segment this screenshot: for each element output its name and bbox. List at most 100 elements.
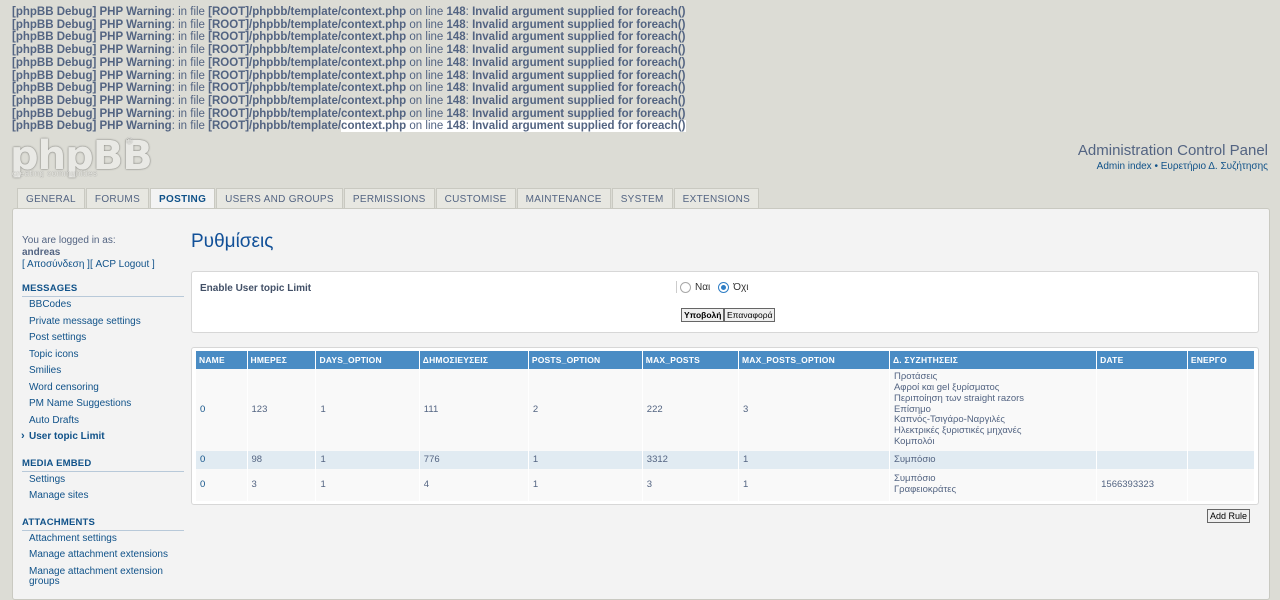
admin-index-link[interactable]: Admin index bbox=[1097, 161, 1152, 172]
sidebar-item-topic-icons[interactable]: Topic icons bbox=[22, 347, 184, 364]
sidebar-item-bbcodes[interactable]: BBCodes bbox=[22, 297, 184, 314]
sidebar-item-attachment-settings[interactable]: Attachment settings bbox=[22, 531, 184, 548]
column-header: MAX_POSTS bbox=[642, 351, 739, 369]
debug-text: 148 bbox=[446, 107, 466, 120]
settings-form: Enable User topic Limit Ναι Όχι Υποβολή … bbox=[191, 271, 1259, 333]
cell-max-posts: 3 bbox=[642, 469, 739, 501]
reset-button[interactable]: Επαναφορά bbox=[724, 308, 776, 322]
phpbb-logo[interactable]: phpBB creating communities ® bbox=[10, 136, 153, 182]
debug-text: : in file bbox=[171, 31, 209, 44]
cell-days-option: 1 bbox=[316, 451, 419, 469]
tab-maintenance[interactable]: MAINTENANCE bbox=[516, 188, 611, 210]
cell-active bbox=[1187, 469, 1254, 501]
debug-text: Invalid argument supplied for foreach() bbox=[472, 56, 686, 69]
radio-yes-label: Ναι bbox=[695, 281, 711, 293]
debug-text: on line bbox=[406, 56, 447, 69]
content-panel: You are logged in as: andreas [ Αποσύνδε… bbox=[12, 208, 1270, 600]
sidebar-item-smilies[interactable]: Smilies bbox=[22, 363, 184, 380]
debug-text: on line bbox=[406, 120, 447, 133]
debug-text: [ROOT]/phpbb/template/context.php bbox=[208, 31, 407, 44]
sidebar-item-word-censoring[interactable]: Word censoring bbox=[22, 380, 184, 397]
cell-posts: 111 bbox=[419, 369, 528, 451]
debug-text: [phpBB Debug] PHP Warning bbox=[12, 107, 172, 120]
debug-warning-line: [phpBB Debug] PHP Warning: in file [ROOT… bbox=[12, 82, 686, 95]
tab-general[interactable]: GENERAL bbox=[17, 188, 85, 210]
debug-text: : in file bbox=[171, 69, 209, 82]
sidebar-item-user-topic-limit[interactable]: User topic Limit bbox=[21, 429, 184, 446]
debug-text: [phpBB Debug] PHP Warning bbox=[12, 56, 172, 69]
cell-name[interactable]: 0 bbox=[196, 369, 247, 451]
sidebar-item-post-settings[interactable]: Post settings bbox=[22, 330, 184, 347]
cell-date bbox=[1097, 369, 1187, 451]
radio-yes[interactable] bbox=[680, 281, 691, 293]
cell-posts-option: 1 bbox=[528, 469, 642, 501]
rules-table: NAME ΗΜΕΡΕΣ DAYS_OPTION ΔΗΜΟΣΙΕΥΣΕΙΣ POSTS_O… bbox=[195, 351, 1255, 501]
logout-links[interactable]: [ Αποσύνδεση ][ ACP Logout ] bbox=[22, 259, 184, 271]
debug-text: [phpBB Debug] PHP Warning bbox=[12, 6, 172, 18]
debug-text: [ROOT]/phpbb/template/ bbox=[208, 120, 342, 133]
column-header: POSTS_OPTION bbox=[528, 351, 642, 369]
debug-text: [phpBB Debug] PHP Warning bbox=[12, 44, 172, 57]
sidebar-item-auto-drafts[interactable]: Auto Drafts bbox=[22, 413, 184, 430]
cell-name[interactable]: 0 bbox=[196, 451, 247, 469]
debug-text: 148 bbox=[446, 82, 466, 95]
debug-warnings: [phpBB Debug] PHP Warning: in file [ROOT… bbox=[12, 6, 686, 133]
debug-text: : in file bbox=[171, 94, 209, 107]
sidebar-item-manage-attachment-extensions[interactable]: Manage attachment extensions bbox=[22, 547, 184, 564]
sidebar-item-settings[interactable]: Settings bbox=[22, 472, 184, 489]
debug-text: 148 bbox=[446, 120, 466, 133]
debug-text: Invalid argument supplied for foreach() bbox=[472, 107, 686, 120]
tab-extensions[interactable]: EXTENSIONS bbox=[673, 188, 760, 210]
debug-text: context.php bbox=[341, 120, 407, 133]
debug-text: : in file bbox=[171, 18, 209, 31]
debug-text: [ROOT]/phpbb/template/context.php bbox=[208, 6, 407, 18]
debug-text: [ROOT]/phpbb/template/context.php bbox=[208, 44, 407, 57]
submit-button[interactable]: Υποβολή bbox=[681, 308, 725, 322]
page-title: Ρυθμίσεις bbox=[191, 231, 274, 252]
cell-days-option: 1 bbox=[316, 469, 419, 501]
enable-radio-group: Ναι Όχι bbox=[676, 281, 748, 293]
column-header: DATE bbox=[1097, 351, 1187, 369]
cell-forums: Συμπόσιο Γραφειοκράτες bbox=[889, 469, 1097, 501]
debug-text: [ROOT]/phpbb/template/context.php bbox=[208, 18, 407, 31]
debug-text: : in file bbox=[171, 82, 209, 95]
tab-system[interactable]: SYSTEM bbox=[611, 188, 673, 210]
sidebar-item-manage-sites[interactable]: Manage sites bbox=[22, 488, 184, 505]
column-header: ΕΝΕΡΓΟ bbox=[1187, 351, 1254, 369]
field-divider bbox=[676, 281, 677, 293]
sidebar-item-pm-name-suggestions[interactable]: PM Name Suggestions bbox=[22, 396, 184, 413]
sidebar-item-private-message-settings[interactable]: Private message settings bbox=[22, 314, 184, 331]
debug-text: on line bbox=[406, 82, 447, 95]
logged-in-label: You are logged in as: bbox=[22, 235, 116, 246]
debug-warning-line: [phpBB Debug] PHP Warning: in file [ROOT… bbox=[12, 70, 686, 83]
table-row: 0 3 1 4 1 3 1 Συμπόσιο Γραφειοκράτες 1566393323 bbox=[196, 469, 1254, 501]
debug-text: [phpBB Debug] PHP Warning bbox=[12, 94, 172, 107]
radio-no[interactable] bbox=[718, 281, 730, 293]
column-header: Δ. ΣΥΖΗΤΗΣΕΙΣ bbox=[889, 351, 1097, 369]
radio-no-label: Όχι bbox=[733, 281, 749, 293]
forum-name: Περιποίηση των straight razors bbox=[893, 392, 1025, 404]
debug-warning-line: [phpBB Debug] PHP Warning: in file [ROOT… bbox=[12, 31, 686, 44]
sidebar-item-manage-attachment-extension-groups[interactable]: Manage attachment extension groups bbox=[22, 564, 184, 591]
board-index-link[interactable]: Ευρετήριο Δ. Συζήτησης bbox=[1161, 161, 1268, 172]
cell-date bbox=[1097, 451, 1187, 469]
debug-text: on line bbox=[406, 107, 447, 120]
debug-text: [phpBB Debug] PHP Warning bbox=[12, 120, 172, 133]
tab-customise[interactable]: CUSTOMISE bbox=[435, 188, 516, 210]
tab-permissions[interactable]: PERMISSIONS bbox=[343, 188, 435, 210]
cell-name[interactable]: 0 bbox=[196, 469, 247, 501]
debug-text: Invalid argument supplied for foreach() bbox=[472, 6, 686, 18]
logo-registered-mark: ® bbox=[126, 136, 133, 146]
debug-text: 148 bbox=[446, 69, 466, 82]
debug-text: [ROOT]/phpbb/template/context.php bbox=[208, 82, 407, 95]
column-header: ΔΗΜΟΣΙΕΥΣΕΙΣ bbox=[419, 351, 528, 369]
tab-forums[interactable]: FORUMS bbox=[85, 188, 150, 210]
add-rule-button[interactable]: Add Rule bbox=[1206, 509, 1250, 523]
tab-users-and-groups[interactable]: USERS AND GROUPS bbox=[216, 188, 343, 210]
debug-text: [ROOT]/phpbb/template/context.php bbox=[208, 107, 407, 120]
cell-max-posts-option: 3 bbox=[739, 369, 889, 451]
cell-active bbox=[1187, 451, 1254, 469]
debug-text: [phpBB Debug] PHP Warning bbox=[12, 82, 172, 95]
debug-warning-line: [phpBB Debug] PHP Warning: in file [ROOT… bbox=[12, 44, 686, 57]
column-header: DAYS_OPTION bbox=[316, 351, 419, 369]
